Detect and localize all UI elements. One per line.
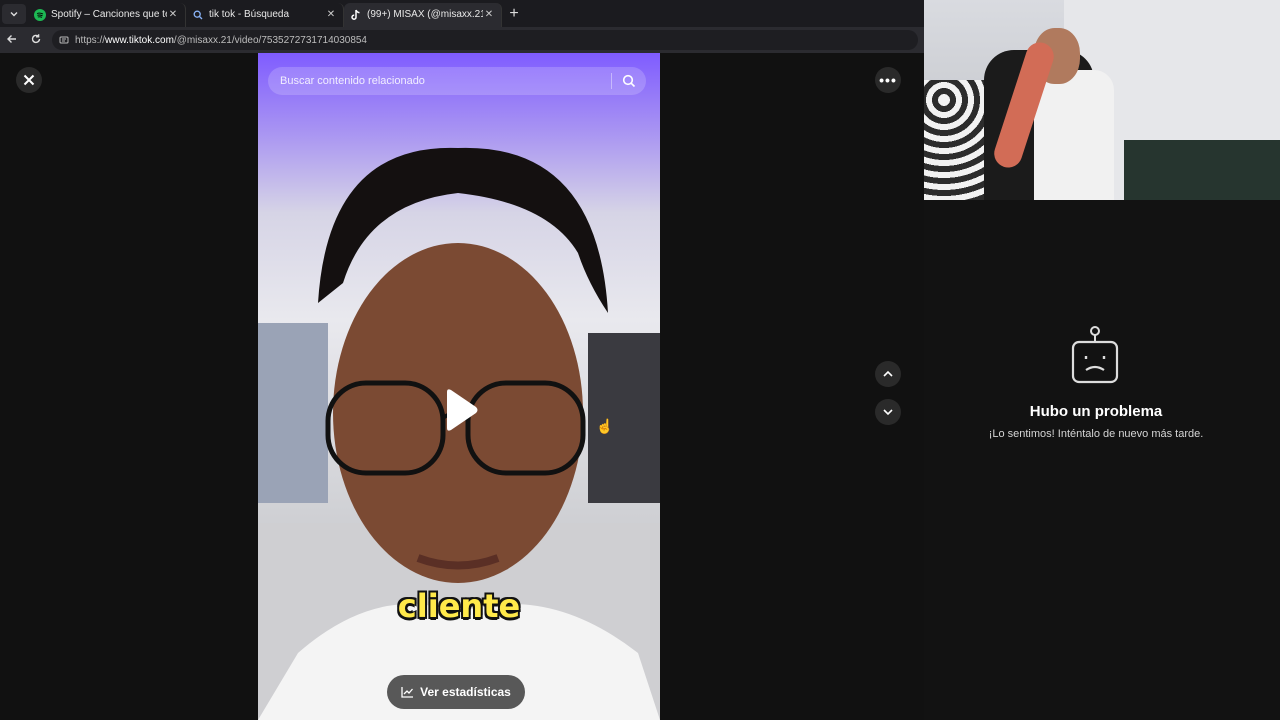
tab-title: Spotify – Canciones que te gustan xyxy=(51,9,167,20)
previous-video-button[interactable] xyxy=(875,361,901,387)
url-field[interactable]: https://www.tiktok.com/@misaxx.21/video/… xyxy=(52,30,918,50)
url-prefix: https:// xyxy=(75,34,106,46)
reload-icon xyxy=(31,33,41,43)
error-title: Hubo un problema xyxy=(1029,403,1163,420)
search-icon xyxy=(192,9,204,21)
tab-title: (99+) MISAX (@misaxx.21) | TikTok xyxy=(367,9,483,20)
webcam-overlay xyxy=(924,0,1280,200)
view-stats-button[interactable]: Ver estadísticas xyxy=(387,675,525,709)
video-caption: cliente xyxy=(397,587,521,625)
sad-robot-icon xyxy=(1070,326,1120,393)
more-horizontal-icon: ••• xyxy=(879,72,897,88)
tab-spotify[interactable]: Spotify – Canciones que te gustan ✕ xyxy=(28,2,186,27)
video-player[interactable]: Buscar contenido relacionado cliente Ver… xyxy=(258,53,660,720)
reload-button[interactable] xyxy=(24,33,48,48)
site-info-icon xyxy=(59,36,69,44)
tab-tiktok[interactable]: (99+) MISAX (@misaxx.21) | TikTok ✕ xyxy=(344,2,502,27)
chevron-up-icon xyxy=(883,370,893,377)
webcam-person xyxy=(1034,70,1114,200)
new-tab-button[interactable]: + xyxy=(502,5,526,23)
search-icon[interactable] xyxy=(622,74,636,91)
divider xyxy=(611,73,612,89)
url-path: /@misaxx.21/video/7535272731714030854 xyxy=(173,34,367,46)
chevron-down-icon xyxy=(883,409,893,416)
browser-tab-bar: Spotify – Canciones que te gustan ✕ tik … xyxy=(0,0,924,27)
tab-close-icon[interactable]: ✕ xyxy=(167,9,179,20)
hand-cursor-icon: ☝ xyxy=(596,418,614,434)
url-host: www.tiktok.com xyxy=(105,34,174,46)
more-options-button[interactable]: ••• xyxy=(875,67,901,93)
back-button[interactable] xyxy=(0,33,24,48)
comments-panel: Hubo un problema ¡Lo sentimos! Inténtalo… xyxy=(924,200,1280,720)
tab-search[interactable]: tik tok - Búsqueda ✕ xyxy=(186,2,344,27)
spotify-icon xyxy=(34,8,46,21)
address-bar-row: https://www.tiktok.com/@misaxx.21/video/… xyxy=(0,27,924,53)
chart-line-icon xyxy=(401,687,414,698)
close-icon xyxy=(23,74,35,86)
arrow-left-icon xyxy=(7,34,16,43)
tab-close-icon[interactable]: ✕ xyxy=(325,9,337,20)
webcam-floor xyxy=(1124,140,1280,200)
view-stats-label: Ver estadísticas xyxy=(420,685,511,699)
close-video-button[interactable] xyxy=(16,67,42,93)
tab-title: tik tok - Búsqueda xyxy=(209,9,290,20)
tab-close-icon[interactable]: ✕ xyxy=(483,9,495,20)
tiktok-icon xyxy=(350,9,362,21)
tab-list-button[interactable] xyxy=(2,3,26,24)
tiktok-video-page: Buscar contenido relacionado cliente Ver… xyxy=(0,53,924,720)
search-placeholder: Buscar contenido relacionado xyxy=(280,75,425,87)
play-icon xyxy=(447,389,478,431)
chevron-down-icon xyxy=(10,11,18,16)
related-search-input[interactable]: Buscar contenido relacionado xyxy=(268,67,646,95)
next-video-button[interactable] xyxy=(875,399,901,425)
error-message: ¡Lo sentimos! Inténtalo de nuevo más tar… xyxy=(988,428,1204,440)
play-button[interactable] xyxy=(443,388,479,437)
